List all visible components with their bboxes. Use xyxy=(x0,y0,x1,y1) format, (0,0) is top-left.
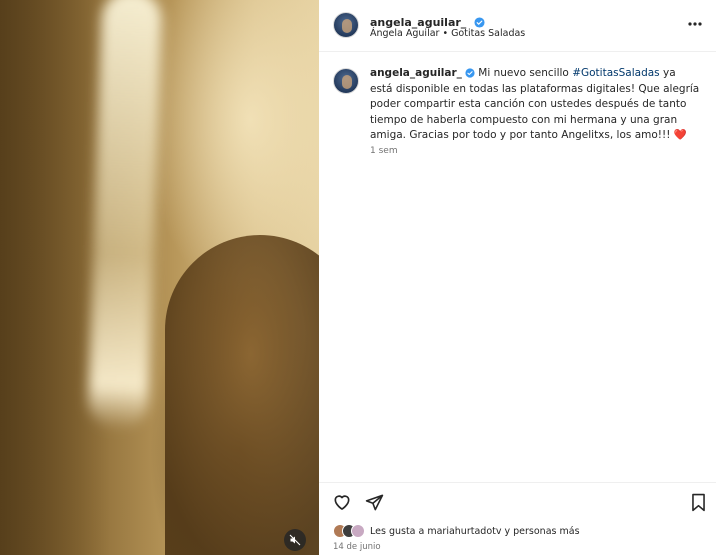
post-date[interactable]: 14 de junio xyxy=(333,542,381,552)
more-options-icon xyxy=(688,22,702,26)
likes-row: Les gusta a mariahurtadotv y personas má… xyxy=(333,522,580,540)
save-button[interactable] xyxy=(687,491,709,513)
post-panel: angela_aguilar_ Ángela Aguilar • Gotitas… xyxy=(319,0,716,555)
header-subtitle[interactable]: Ángela Aguilar • Gotitas Saladas xyxy=(370,28,525,39)
caption-verified-badge-icon xyxy=(465,68,475,78)
bookmark-icon xyxy=(691,493,705,511)
caption-text: angela_aguilar_ Mi nuevo sencillo #Gotit… xyxy=(370,66,700,144)
avatar[interactable] xyxy=(333,12,359,38)
caption-avatar[interactable] xyxy=(333,68,359,94)
verified-badge-icon xyxy=(474,17,485,28)
likes-text[interactable]: Les gusta a mariahurtadotv y personas má… xyxy=(370,526,580,537)
media-figure xyxy=(165,235,319,555)
heart-icon xyxy=(334,495,350,510)
caption-username[interactable]: angela_aguilar_ xyxy=(370,67,462,79)
caption-hashtag[interactable]: #GotitasSaladas xyxy=(572,67,659,79)
post-media[interactable] xyxy=(0,0,319,555)
mute-button[interactable] xyxy=(284,529,306,551)
more-options-button[interactable] xyxy=(686,17,704,31)
caption-prefix: Mi nuevo sencillo xyxy=(478,67,573,79)
caption-timestamp[interactable]: 1 sem xyxy=(370,146,398,156)
action-bar xyxy=(319,482,716,522)
share-button[interactable] xyxy=(363,491,385,513)
caption-heart-emoji: ❤️ xyxy=(673,129,687,141)
share-icon xyxy=(365,494,383,510)
post-header: angela_aguilar_ Ángela Aguilar • Gotitas… xyxy=(319,0,716,52)
mute-icon xyxy=(289,534,301,546)
like-button[interactable] xyxy=(331,491,353,513)
liker-avatar[interactable] xyxy=(351,524,365,538)
